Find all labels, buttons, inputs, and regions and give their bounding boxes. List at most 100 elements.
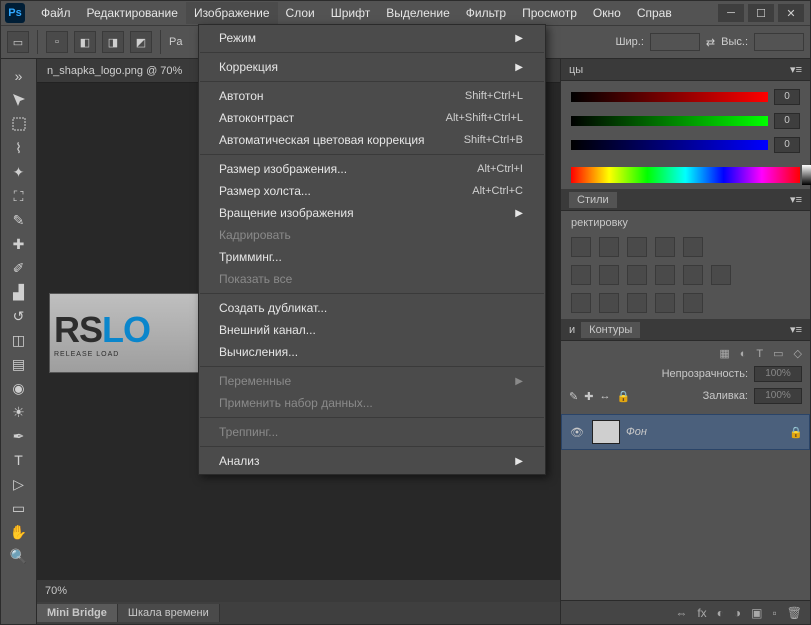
eraser-tool[interactable]: ◫ xyxy=(7,329,31,351)
tab-timeline[interactable]: Шкала времени xyxy=(118,604,220,622)
adjust-hue-icon[interactable] xyxy=(571,265,591,285)
adjust-invert-icon[interactable] xyxy=(571,293,591,313)
menu-слои[interactable]: Слои xyxy=(278,2,323,24)
gradient-tool[interactable]: ▤ xyxy=(7,353,31,375)
color-slider[interactable] xyxy=(571,140,768,150)
filter-adjust-icon[interactable]: ◐ xyxy=(740,348,747,360)
history-brush-tool[interactable]: ↺ xyxy=(7,305,31,327)
dodge-tool[interactable]: ☀ xyxy=(7,401,31,423)
color-value[interactable]: 0 xyxy=(774,89,800,105)
brush-tool[interactable]: ✐ xyxy=(7,257,31,279)
delete-icon[interactable]: 🗑 xyxy=(787,606,802,620)
adjust-threshold-icon[interactable] xyxy=(627,293,647,313)
menu-просмотр[interactable]: Просмотр xyxy=(514,2,585,24)
menu-item[interactable]: Размер холста...Alt+Ctrl+C xyxy=(199,180,545,202)
adjust-balance-icon[interactable] xyxy=(599,265,619,285)
menu-файл[interactable]: Файл xyxy=(33,2,79,24)
path-select-tool[interactable]: ▷ xyxy=(7,473,31,495)
layers-tab[interactable]: и xyxy=(569,324,575,336)
opt-intersect-icon[interactable]: ◩ xyxy=(130,31,152,53)
close-button[interactable]: ✕ xyxy=(778,4,804,22)
adjust-selective-icon[interactable] xyxy=(683,293,703,313)
pen-tool[interactable]: ✒ xyxy=(7,425,31,447)
adjust-mixer-icon[interactable] xyxy=(683,265,703,285)
heal-tool[interactable]: ✚ xyxy=(7,233,31,255)
blur-tool[interactable]: ◉ xyxy=(7,377,31,399)
opt-new-icon[interactable]: ▫ xyxy=(46,31,68,53)
menu-item[interactable]: Размер изображения...Alt+Ctrl+I xyxy=(199,158,545,180)
adjust-vibrance-icon[interactable] xyxy=(683,237,703,257)
width-field[interactable] xyxy=(650,33,700,51)
color-value[interactable]: 0 xyxy=(774,113,800,129)
color-slider[interactable] xyxy=(571,92,768,102)
menu-фильтр[interactable]: Фильтр xyxy=(458,2,514,24)
marquee-tool[interactable] xyxy=(7,113,31,135)
adjust-photo-filter-icon[interactable] xyxy=(655,265,675,285)
menu-справ[interactable]: Справ xyxy=(629,2,680,24)
wand-tool[interactable]: ✦ xyxy=(7,161,31,183)
menu-редактирование[interactable]: Редактирование xyxy=(79,2,186,24)
fill-field[interactable]: 100% xyxy=(754,388,802,404)
menu-item[interactable]: АвтотонShift+Ctrl+L xyxy=(199,85,545,107)
adjustment-layer-icon[interactable]: ◑ xyxy=(734,606,741,620)
tool-preset-icon[interactable]: ▭ xyxy=(7,31,29,53)
opacity-field[interactable]: 100% xyxy=(754,366,802,382)
menu-item[interactable]: АвтоконтрастAlt+Shift+Ctrl+L xyxy=(199,107,545,129)
lasso-tool[interactable]: ⌇ xyxy=(7,137,31,159)
filter-pixel-icon[interactable]: ▦ xyxy=(719,347,729,360)
new-layer-icon[interactable]: ▫ xyxy=(773,606,777,620)
adjust-posterize-icon[interactable] xyxy=(599,293,619,313)
menu-шрифт[interactable]: Шрифт xyxy=(323,2,378,24)
adjust-curves-icon[interactable] xyxy=(627,237,647,257)
height-field[interactable] xyxy=(754,33,804,51)
minimize-button[interactable]: ─ xyxy=(718,4,744,22)
move-tool[interactable] xyxy=(7,89,31,111)
zoom-tool[interactable]: 🔍 xyxy=(7,545,31,567)
color-tab[interactable]: цы xyxy=(569,64,583,76)
opt-union-icon[interactable]: ◧ xyxy=(74,31,96,53)
color-slider[interactable] xyxy=(571,116,768,126)
layer-item[interactable]: 👁 Фон 🔒 xyxy=(561,414,810,450)
expand-icon[interactable]: » xyxy=(7,65,31,87)
maximize-button[interactable]: ☐ xyxy=(748,4,774,22)
adjust-levels-icon[interactable] xyxy=(599,237,619,257)
opt-subtract-icon[interactable]: ◨ xyxy=(102,31,124,53)
paths-tab[interactable]: Контуры xyxy=(581,322,640,338)
menu-выделение[interactable]: Выделение xyxy=(378,2,458,24)
adjust-exposure-icon[interactable] xyxy=(655,237,675,257)
mask-icon[interactable]: ◐ xyxy=(717,606,724,620)
menu-item[interactable]: Вращение изображения▶ xyxy=(199,202,545,224)
stamp-tool[interactable]: ▟ xyxy=(7,281,31,303)
type-tool[interactable]: T xyxy=(7,449,31,471)
panel-menu-icon[interactable]: ▾≡ xyxy=(790,193,802,206)
panel-menu-icon[interactable]: ▾≡ xyxy=(790,323,802,336)
menu-item[interactable]: Коррекция▶ xyxy=(199,56,545,78)
adjust-bw-icon[interactable] xyxy=(627,265,647,285)
swap-icon[interactable]: ⇄ xyxy=(706,36,715,49)
group-icon[interactable]: ▣ xyxy=(751,606,762,620)
eyedropper-tool[interactable]: ✎ xyxy=(7,209,31,231)
fx-icon[interactable]: fx xyxy=(697,606,706,620)
menu-окно[interactable]: Окно xyxy=(585,2,629,24)
hand-tool[interactable]: ✋ xyxy=(7,521,31,543)
menu-item[interactable]: Вычисления... xyxy=(199,341,545,363)
zoom-level[interactable]: 70% xyxy=(45,585,67,597)
styles-tab[interactable]: Стили xyxy=(569,192,617,208)
menu-item[interactable]: Автоматическая цветовая коррекцияShift+C… xyxy=(199,129,545,151)
panel-menu-icon[interactable]: ▾≡ xyxy=(790,63,802,76)
visibility-icon[interactable]: 👁 xyxy=(568,423,586,441)
shape-tool[interactable]: ▭ xyxy=(7,497,31,519)
menu-item[interactable]: Режим▶ xyxy=(199,27,545,49)
adjust-gradient-map-icon[interactable] xyxy=(655,293,675,313)
color-value[interactable]: 0 xyxy=(774,137,800,153)
crop-tool[interactable]: ⛶ xyxy=(7,185,31,207)
tab-mini-bridge[interactable]: Mini Bridge xyxy=(37,604,118,622)
menu-item[interactable]: Создать дубликат... xyxy=(199,297,545,319)
adjust-lookup-icon[interactable] xyxy=(711,265,731,285)
adjust-brightness-icon[interactable] xyxy=(571,237,591,257)
link-layers-icon[interactable]: ⇔ xyxy=(675,606,687,620)
menu-item[interactable]: Внешний канал... xyxy=(199,319,545,341)
menu-изображение[interactable]: Изображение xyxy=(186,2,278,24)
spectrum-strip[interactable] xyxy=(571,167,800,183)
menu-item[interactable]: Анализ▶ xyxy=(199,450,545,472)
